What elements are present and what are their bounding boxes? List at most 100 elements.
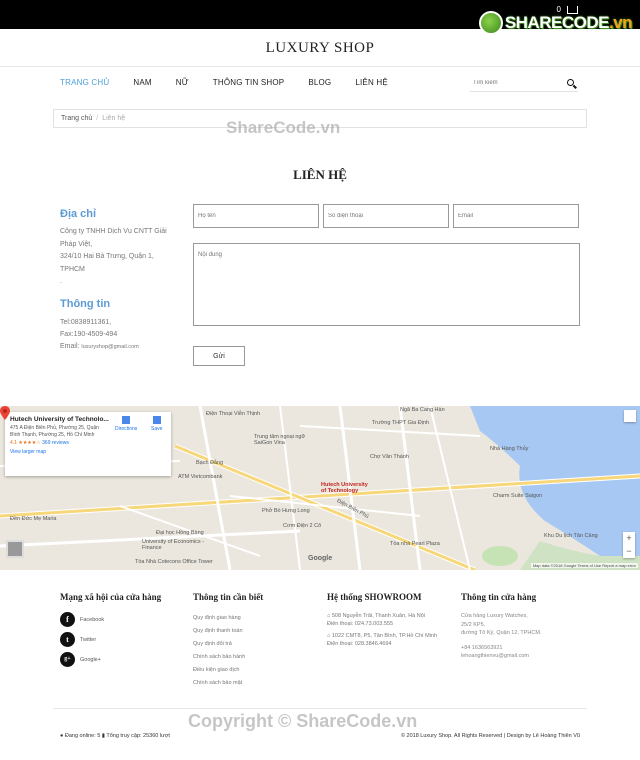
directions-icon bbox=[122, 416, 131, 424]
place-reviews-link[interactable]: 369 reviews bbox=[42, 440, 69, 446]
search-input[interactable] bbox=[470, 75, 560, 91]
map-label: Charm Suite Saigon bbox=[493, 493, 543, 499]
footer-link[interactable]: Quy định đổi trả bbox=[193, 638, 263, 651]
store-email[interactable]: lehoangthienvu@gmail.com bbox=[461, 652, 571, 661]
nav-home[interactable]: TRANG CHỦ bbox=[60, 78, 109, 87]
facebook-link[interactable]: f Facebook bbox=[60, 612, 161, 627]
breadcrumb-current: Liên hệ bbox=[102, 115, 126, 122]
nav-men[interactable]: NAM bbox=[133, 78, 151, 87]
map-label: Tòa nhà Pearl Plaza bbox=[390, 541, 440, 547]
map-label: Trung tâm ngoại ngữ SaiGon Vina bbox=[254, 434, 306, 446]
zoom-in-icon[interactable]: + bbox=[623, 532, 635, 545]
total-visits: Tổng truy cập: 25360 lượt bbox=[106, 733, 170, 739]
street-address: 324/10 Hai Bà Trưng, Quận 1, TPHCM bbox=[60, 253, 154, 273]
twitter-link[interactable]: t Twitter bbox=[60, 632, 161, 647]
google-map[interactable]: Điện Thoại Viễn Thịnh Trung tâm ngoại ng… bbox=[0, 406, 640, 570]
map-label: Tòa Nhà Cotecons Office Tower bbox=[135, 559, 213, 565]
map-label: Điện Thoại Viễn Thịnh bbox=[206, 411, 261, 417]
email-field[interactable] bbox=[453, 204, 579, 228]
visitor-stats: ● Đang online: 5 ▮ Tổng truy cập: 25360 … bbox=[60, 733, 170, 739]
place-address: 475 A Điện Biên Phủ, Phường 25, Quận Bìn… bbox=[10, 425, 99, 438]
divider bbox=[53, 708, 587, 709]
map-label: Đền Đức Mẹ Maria bbox=[10, 516, 57, 522]
save-button[interactable]: Save bbox=[151, 416, 162, 432]
directions-button[interactable]: Directions bbox=[115, 416, 137, 432]
sharecode-logo: SHARECODE.vn bbox=[478, 10, 633, 36]
footer-social: Mạng xã hội của cửa hàng f Facebook t Twit… bbox=[60, 592, 161, 672]
online-count: Đang online: 5 bbox=[64, 733, 101, 739]
page-title: LIÊN HỆ bbox=[293, 167, 347, 182]
place-card: Hutech University of Technolo... 475 A Đ… bbox=[5, 412, 171, 476]
main-nav: TRANG CHỦ NAM NỮ THÔNG TIN SHOP BLOG LIÊ… bbox=[60, 78, 412, 87]
map-label: Ngã Ba Cang Hàn bbox=[400, 407, 445, 413]
larger-map-link[interactable]: View larger map bbox=[10, 449, 166, 455]
nav-contact[interactable]: LIÊN HỆ bbox=[355, 78, 388, 87]
breadcrumb-separator: / bbox=[96, 115, 99, 122]
footer-showroom-heading: Hệ thống SHOWROOM bbox=[327, 592, 422, 602]
map-label: ATM Vietcombank bbox=[178, 474, 223, 480]
footer-link[interactable]: Điều kiện giao dịch bbox=[193, 664, 263, 677]
fax: Fax:190-4509-494 bbox=[60, 331, 118, 338]
footer-store: Thông tin cửa hàng Cửa hàng Luxury Watch… bbox=[461, 592, 571, 661]
nav-blog[interactable]: BLOG bbox=[308, 78, 331, 87]
twitter-icon: t bbox=[60, 632, 75, 647]
footer-link[interactable]: Chính sách bảo mật bbox=[193, 677, 263, 690]
address-text: Công ty TNHH Dịch Vụ CNTT Giải Pháp Việt… bbox=[60, 226, 180, 289]
search-icon[interactable] bbox=[567, 79, 574, 86]
nav-shop-info[interactable]: THÔNG TIN SHOP bbox=[213, 78, 285, 87]
zoom-out-icon[interactable]: − bbox=[623, 545, 635, 558]
google-plus-link[interactable]: g+ Google+ bbox=[60, 652, 161, 667]
divider bbox=[0, 66, 640, 67]
site-brand[interactable]: LUXURY SHOP bbox=[0, 40, 640, 57]
facebook-icon: f bbox=[60, 612, 75, 627]
user-icon: ● bbox=[60, 733, 64, 739]
map-label: University of Economics - Finance bbox=[142, 539, 205, 551]
map-pin-icon[interactable] bbox=[0, 406, 10, 420]
star-icon bbox=[152, 416, 161, 424]
footer-link[interactable]: Chính sách bảo hành bbox=[193, 651, 263, 664]
footer-link[interactable]: Quy định giao hàng bbox=[193, 612, 263, 625]
nav-women[interactable]: NỮ bbox=[176, 78, 189, 87]
footer-store-heading: Thông tin cửa hàng bbox=[461, 592, 537, 602]
store-phone: +84 1636563921 bbox=[461, 644, 503, 651]
name-field[interactable] bbox=[193, 204, 319, 228]
address-dot: . bbox=[60, 278, 62, 285]
place-rating: 4.1 ★★★★☆ bbox=[10, 440, 41, 446]
zoom-control[interactable]: + − bbox=[623, 532, 635, 558]
watermark: ShareCode.vn bbox=[226, 118, 341, 137]
email-label: Email: bbox=[60, 343, 80, 350]
copyright: © 2018 Luxury Shop. All Rights Reserved … bbox=[400, 733, 580, 739]
place-title: Hutech University of Technolo... bbox=[10, 416, 109, 423]
breadcrumb-home[interactable]: Trang chủ bbox=[61, 115, 92, 122]
map-label: Trường THPT Gia Định bbox=[372, 420, 430, 426]
email-value: luxuryshop@gmail.com bbox=[81, 344, 139, 350]
footer-info: Thông tin cần biết Quy định giao hàng Qu… bbox=[193, 592, 263, 690]
phone-field[interactable] bbox=[323, 204, 449, 228]
map-label: Nhà Hàng Thủy bbox=[490, 446, 529, 452]
map-attribution[interactable]: Map data ©2018 Google Terms of Use Repor… bbox=[530, 563, 638, 568]
home-icon: ⌂ bbox=[327, 613, 331, 619]
contact-text: Tel:0838911361, Fax:190-4509-494 Email: … bbox=[60, 317, 185, 353]
send-button[interactable]: Gửi bbox=[193, 346, 245, 366]
store-info: Cửa hàng Luxury Watches, 25/2 KP5, đường… bbox=[461, 612, 571, 661]
fullscreen-icon[interactable] bbox=[624, 410, 636, 422]
map-label: Phở Bò Hưng Long bbox=[262, 508, 310, 514]
footer-link[interactable]: Quy định thanh toán bbox=[193, 625, 263, 638]
company-name: Công ty TNHH Dịch Vụ CNTT Giải Pháp Việt… bbox=[60, 228, 167, 248]
footer-info-heading: Thông tin cần biết bbox=[193, 592, 264, 602]
street-view-icon[interactable] bbox=[6, 540, 24, 558]
showroom-2: ⌂ 1022 CMT8, P5, Tân Bình, TP.Hồ Chí Min… bbox=[327, 633, 438, 647]
map-label: Đại học Hồng Bàng bbox=[156, 530, 204, 536]
search-box bbox=[470, 75, 578, 92]
tel: Tel:0838911361, bbox=[60, 319, 112, 326]
map-label: Chợ Văn Thánh bbox=[370, 454, 409, 460]
bar-chart-icon: ▮ bbox=[101, 733, 105, 739]
contact-heading: Thông tin bbox=[60, 298, 111, 310]
showroom-1: ⌂ 508 Nguyễn Trãi, Thanh Xuân, Hà Nội Đi… bbox=[327, 613, 426, 627]
watermark: Copyright © ShareCode.vn bbox=[188, 711, 418, 731]
message-field[interactable] bbox=[193, 243, 580, 326]
map-label: Bạch Đằng bbox=[196, 460, 224, 466]
home-icon: ⌂ bbox=[327, 633, 331, 639]
footer-social-heading: Mạng xã hội của cửa hàng bbox=[60, 592, 162, 602]
address-heading: Địa chỉ bbox=[60, 208, 97, 220]
